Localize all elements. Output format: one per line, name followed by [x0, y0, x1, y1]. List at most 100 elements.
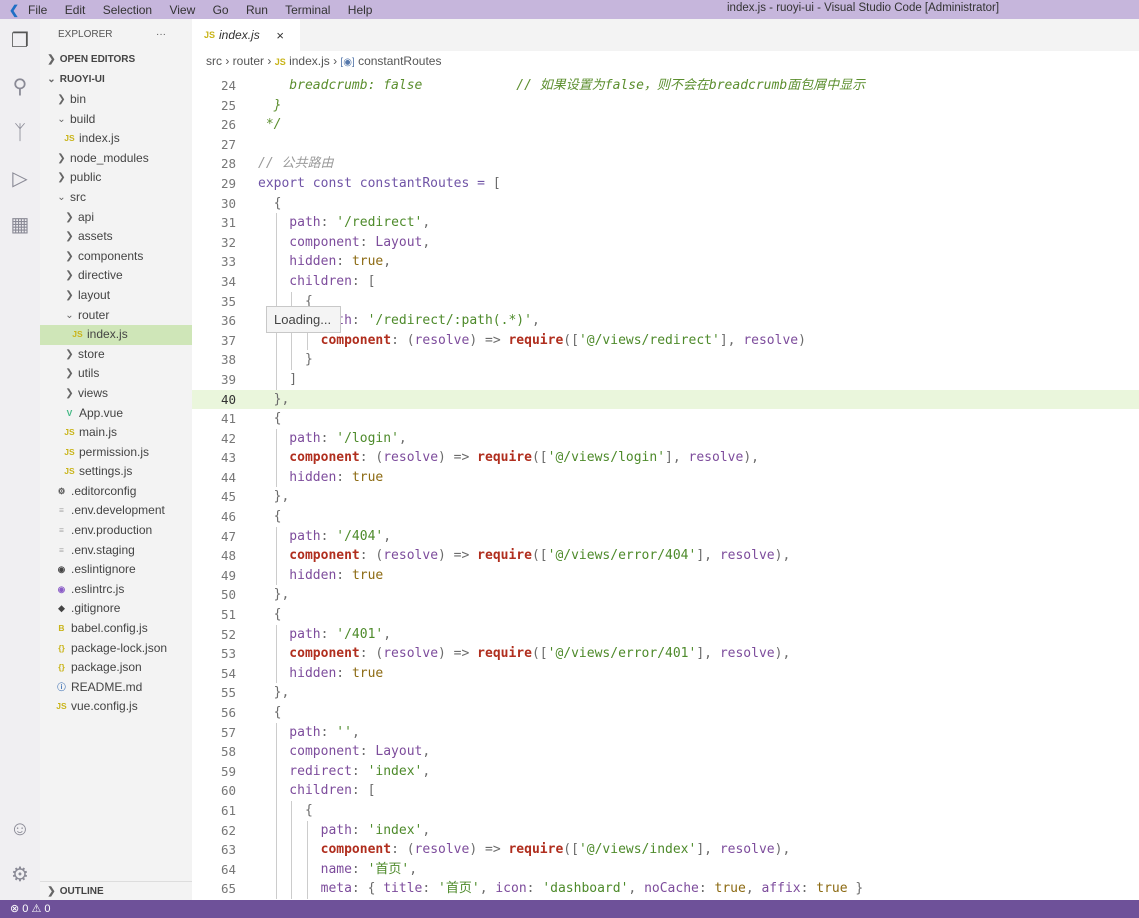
- tree-item-components[interactable]: ❯ components: [40, 247, 192, 267]
- code-token: : {: [351, 881, 384, 897]
- code-editor[interactable]: 24 breadcrumb: false // 如果设置为false，则不会在b…: [192, 76, 1139, 900]
- tree-item-layout[interactable]: ❯ layout: [40, 286, 192, 306]
- tree-item-src[interactable]: ⌄ src: [40, 188, 192, 208]
- code-token: ) =>: [438, 646, 478, 662]
- tree-item-label: index.js: [79, 131, 120, 146]
- code-token: component: [258, 842, 392, 858]
- tree-item-label: App.vue: [79, 405, 124, 420]
- tree-item-label: assets: [78, 229, 113, 244]
- tree-item-gitignore[interactable]: ◆ .gitignore: [40, 599, 192, 619]
- tab-index-js[interactable]: JS index.js ×: [192, 19, 300, 51]
- extensions-icon[interactable]: ▦: [8, 213, 32, 237]
- chevron-down-icon: ⌄: [57, 113, 66, 125]
- menu-file[interactable]: File: [28, 3, 47, 17]
- code-token: ,: [351, 724, 360, 740]
- explorer-title: EXPLORER: [58, 29, 113, 40]
- tree-item-editorconfig[interactable]: ⚙ .editorconfig: [40, 482, 192, 502]
- menu-view[interactable]: View: [169, 3, 195, 17]
- code-token: ,: [422, 763, 431, 779]
- tree-item-views[interactable]: ❯ views: [40, 384, 192, 404]
- config-file-icon: ⚙: [57, 485, 66, 496]
- tree-item-directive[interactable]: ❯ directive: [40, 266, 192, 286]
- tree-item-index-js[interactable]: JS index.js: [40, 129, 192, 149]
- code-text: component: (resolve) => require(['@/view…: [258, 840, 791, 860]
- breadcrumb-router[interactable]: router: [233, 54, 264, 68]
- explorer-files-icon[interactable]: ❐: [8, 29, 32, 53]
- workspace-root-section[interactable]: ⌄ RUOYI-UI: [40, 70, 192, 90]
- code-token: :: [320, 724, 337, 740]
- code-token: true: [351, 254, 384, 270]
- tree-item-permission-js[interactable]: JS permission.js: [40, 443, 192, 463]
- code-line: 42 path: '/login',: [192, 428, 1139, 449]
- tree-item-readme-md[interactable]: ⓘ README.md: [40, 678, 192, 698]
- search-icon[interactable]: ⚲: [8, 75, 32, 99]
- close-icon[interactable]: ×: [276, 28, 284, 43]
- file-tree: ❯ bin ⌄ build JS index.js ❯ node_modules ❯ public…: [40, 90, 192, 717]
- menu-terminal[interactable]: Terminal: [285, 3, 330, 17]
- tree-item-assets[interactable]: ❯ assets: [40, 227, 192, 247]
- tree-item-app-vue[interactable]: V App.vue: [40, 404, 192, 424]
- menu-go[interactable]: Go: [213, 3, 229, 17]
- code-token: ,: [479, 881, 496, 897]
- tree-item-eslintignore[interactable]: ◉ .eslintignore: [40, 560, 192, 580]
- code-text: children: [: [258, 272, 375, 292]
- account-icon[interactable]: ☺: [8, 817, 32, 841]
- tree-item-index-js[interactable]: JS index.js: [40, 325, 192, 345]
- code-token: component: [258, 234, 360, 250]
- errors-status[interactable]: ⊗ 0 ⚠ 0: [10, 903, 51, 915]
- tree-item-vue-config-js[interactable]: JS vue.config.js: [40, 697, 192, 717]
- tree-item-env-development[interactable]: ≡ .env.development: [40, 501, 192, 521]
- settings-gear-icon[interactable]: ⚙: [8, 863, 32, 887]
- line-number: 34: [220, 273, 236, 289]
- line-number: 45: [220, 489, 236, 505]
- code-token: ),: [774, 548, 791, 564]
- breadcrumb-file[interactable]: index.js: [289, 54, 330, 68]
- tree-item-package-json[interactable]: {} package.json: [40, 658, 192, 678]
- open-editors-section[interactable]: ❯ OPEN EDITORS: [40, 50, 192, 70]
- line-number: 33: [220, 254, 236, 270]
- tree-item-main-js[interactable]: JS main.js: [40, 423, 192, 443]
- tree-item-label: .eslintignore: [71, 562, 136, 577]
- tree-item-settings-js[interactable]: JS settings.js: [40, 462, 192, 482]
- tree-item-eslintrc-js[interactable]: ◉ .eslintrc.js: [40, 580, 192, 600]
- tree-item-env-production[interactable]: ≡ .env.production: [40, 521, 192, 541]
- line-number: 47: [220, 528, 236, 544]
- code-line: 57 path: '',: [192, 722, 1139, 743]
- js-file-icon: JS: [72, 329, 83, 340]
- tree-item-api[interactable]: ❯ api: [40, 208, 192, 228]
- chevron-right-icon: ❯: [57, 94, 66, 105]
- menu-help[interactable]: Help: [348, 3, 373, 17]
- tree-item-public[interactable]: ❯ public: [40, 168, 192, 188]
- code-token: ,: [398, 430, 407, 446]
- tree-item-label: .env.staging: [71, 542, 135, 557]
- breadcrumb-src[interactable]: src: [206, 54, 222, 68]
- line-number: 49: [220, 567, 236, 583]
- tree-item-env-staging[interactable]: ≡ .env.staging: [40, 541, 192, 561]
- tree-item-bin[interactable]: ❯ bin: [40, 90, 192, 110]
- line-number: 39: [220, 371, 236, 387]
- code-text: },: [258, 487, 290, 507]
- tree-item-store[interactable]: ❯ store: [40, 345, 192, 365]
- menu-run[interactable]: Run: [246, 3, 268, 17]
- more-actions-icon[interactable]: ···: [156, 19, 166, 50]
- tree-item-package-lock-json[interactable]: {} package-lock.json: [40, 639, 192, 659]
- tree-item-node-modules[interactable]: ❯ node_modules: [40, 149, 192, 169]
- code-token: ,: [383, 528, 392, 544]
- code-token: ),: [774, 646, 791, 662]
- code-text: {: [258, 801, 313, 821]
- run-debug-icon[interactable]: ▷: [8, 167, 32, 191]
- tree-item-build[interactable]: ⌄ build: [40, 110, 192, 130]
- code-token: require: [508, 332, 564, 348]
- menu-selection[interactable]: Selection: [103, 3, 152, 17]
- tree-item-utils[interactable]: ❯ utils: [40, 364, 192, 384]
- outline-section[interactable]: ❯ OUTLINE: [40, 881, 192, 900]
- breadcrumb-symbol[interactable]: constantRoutes: [358, 54, 441, 68]
- code-line: 51 {: [192, 605, 1139, 625]
- tree-item-router[interactable]: ⌄ router: [40, 306, 192, 326]
- code-text: component: Layout,: [258, 233, 430, 253]
- tree-item-babel-config-js[interactable]: Bbabel.config.js: [40, 619, 192, 639]
- source-control-icon[interactable]: ᛉ: [8, 121, 32, 145]
- text-file-icon: ≡: [59, 544, 64, 555]
- menu-edit[interactable]: Edit: [65, 3, 86, 17]
- code-token: ): [798, 332, 806, 348]
